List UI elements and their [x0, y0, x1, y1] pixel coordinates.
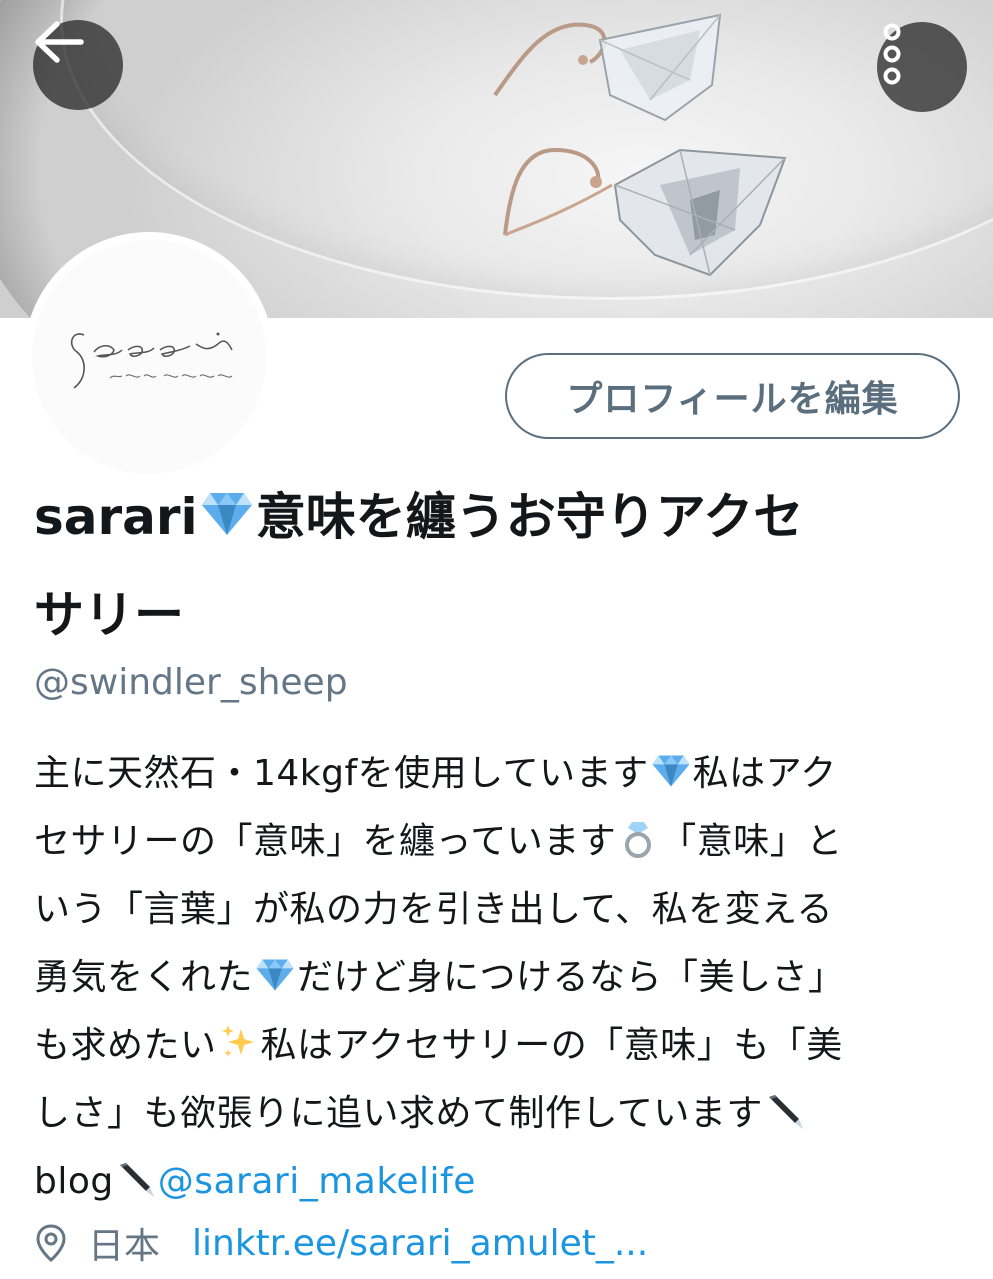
display-name: sarari 意味を纏うお守りアクセサリー — [34, 470, 964, 663]
bio-text: いう「言葉」が私の力を引き出して、私を変える — [34, 889, 834, 930]
more-options-button[interactable] — [877, 22, 967, 112]
more-vertical-icon — [883, 23, 901, 85]
profile-bio: 主に天然石・14kgfを使用しています 私はアク セサリーの「意味」を纏っています… — [34, 740, 959, 1216]
bio-text: 私はアクセサリーの「意味」も「美 — [260, 1025, 843, 1066]
bio-text: 勇気をくれた — [34, 957, 254, 998]
profile-avatar[interactable] — [24, 232, 274, 482]
gem-emoji-icon — [200, 473, 254, 568]
location-pin-icon — [36, 1224, 66, 1262]
display-name-text: 意味を纏うお守りアクセ — [255, 488, 804, 546]
pen-emoji-icon — [765, 1091, 805, 1131]
sarari-logo — [70, 332, 233, 389]
username-handle: @swindler_sheep — [34, 662, 348, 703]
display-name-prefix: sarari — [34, 488, 198, 546]
profile-meta-row: 日本 linktr.ee/sarari_amulet_... — [34, 1212, 648, 1274]
blog-mention-link[interactable]: @sarari_makelife — [158, 1161, 476, 1202]
bio-text: blog — [34, 1161, 114, 1202]
bio-text: 私はアク — [692, 753, 837, 794]
display-name-text-line2: サリー — [34, 586, 184, 644]
gem-emoji-icon — [651, 751, 691, 791]
ring-emoji-icon — [618, 819, 658, 859]
website-link[interactable]: linktr.ee/sarari_amulet_... — [192, 1223, 648, 1264]
profile-page: プロフィールを編集 sarari 意味を纏うお守りアクセサリー @swindler… — [0, 0, 993, 1279]
gem-emoji-icon — [255, 955, 295, 995]
bio-text: しさ」も欲張りに追い求めて制作しています — [34, 1093, 763, 1134]
bio-text: も求めたい — [34, 1025, 217, 1066]
bio-text: 「意味」と — [660, 821, 843, 862]
avatar-logo — [32, 240, 266, 474]
edit-profile-button[interactable]: プロフィールを編集 — [505, 353, 960, 439]
pen-emoji-icon — [116, 1159, 156, 1199]
back-button[interactable] — [33, 20, 123, 110]
arrow-left-icon — [35, 21, 84, 63]
bio-text: 主に天然石・14kgfを使用しています — [34, 753, 649, 794]
bio-text: セサリーの「意味」を纏っています — [34, 821, 617, 862]
sparkles-emoji-icon — [219, 1023, 259, 1063]
location-text: 日本 — [88, 1226, 161, 1267]
bio-text: だけど身につけるなら「美しさ」 — [297, 957, 845, 998]
